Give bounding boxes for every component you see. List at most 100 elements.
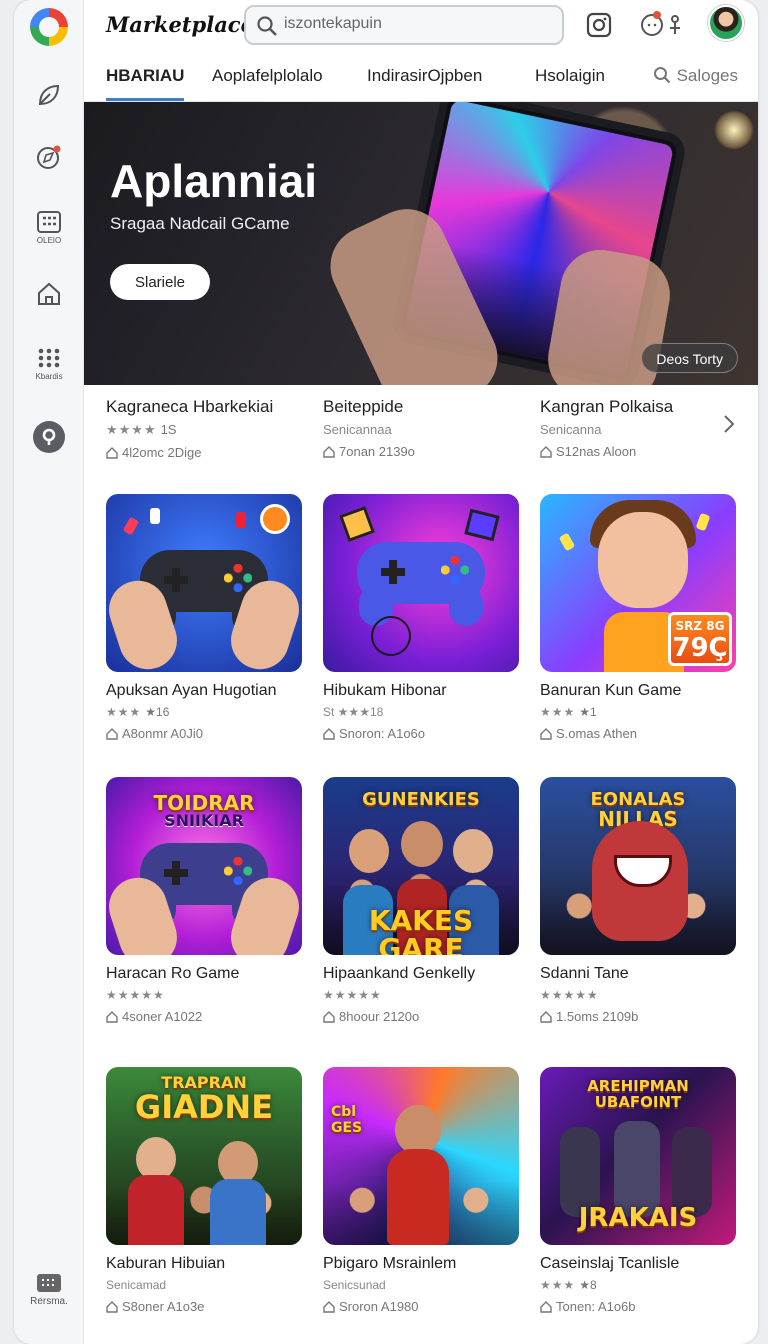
game-meta: S.omas Athen bbox=[540, 726, 736, 741]
hero-badge[interactable]: Deos Torty bbox=[641, 343, 738, 373]
game-art: TRAPRAN GIADNE bbox=[106, 1067, 302, 1245]
game-subtitle: Senicsunad bbox=[323, 1278, 386, 1292]
game-title: Banuran Kun Game bbox=[540, 682, 682, 699]
rating: ★★★★★ bbox=[323, 988, 382, 1002]
light-glow bbox=[714, 110, 754, 150]
sidebar-item-help[interactable] bbox=[14, 420, 84, 454]
house-icon bbox=[323, 728, 335, 740]
game-meta: A8onmr A0Ji0 bbox=[106, 726, 302, 741]
featured-strip: Kagraneca Hbarkekiai ★★★★ 1S 4l2omc 2Dige… bbox=[106, 385, 758, 470]
sidebar-item-more[interactable]: Rersma. bbox=[14, 1272, 84, 1307]
grid-box-icon bbox=[37, 211, 61, 233]
rating: ★★★★ 1S bbox=[106, 422, 177, 437]
game-meta: Snoron: A1o6o bbox=[323, 726, 519, 741]
list-item[interactable]: Kagraneca Hbarkekiai ★★★★ 1S 4l2omc 2Dige bbox=[106, 385, 306, 460]
game-card[interactable]: GUNENKIES KAKES GARE Hipaankand Genkelly… bbox=[323, 777, 519, 1037]
game-art: SRZ 8G 79Ç bbox=[540, 494, 736, 672]
game-title: Kaburan Hibuian bbox=[106, 1255, 226, 1272]
help-icon bbox=[33, 421, 65, 453]
tab-search-label: Saloges bbox=[676, 66, 738, 85]
game-card[interactable]: Apuksan Ayan Hugotian ★★★ ★16 A8onmr A0Ji… bbox=[106, 494, 302, 754]
sidebar-item-label: Kbardis bbox=[35, 372, 63, 381]
sidebar-item-apps[interactable]: Kbardis bbox=[14, 346, 84, 381]
sidebar: OLEIO Kbardis Rersma. bbox=[14, 0, 84, 1344]
hero-button[interactable]: Slariele bbox=[110, 264, 210, 300]
game-title: Pbigaro Msrainlem bbox=[323, 1255, 457, 1272]
tab-aoplafelplolalo[interactable]: Aoplafelplolalo bbox=[212, 66, 323, 98]
hero-title: Aplanniai bbox=[110, 155, 318, 207]
item-subtitle: Senicannaa bbox=[323, 422, 392, 437]
tab-hbariau[interactable]: HBARIAU bbox=[106, 66, 185, 101]
game-meta: Sroron A1980 bbox=[323, 1299, 519, 1314]
game-card[interactable]: Cbl GES Pbigaro Msrainlem Senicsunad Sro… bbox=[323, 1067, 519, 1327]
house-icon bbox=[323, 1011, 335, 1023]
sidebar-item-home[interactable] bbox=[14, 280, 84, 308]
sidebar-item-explore[interactable] bbox=[14, 142, 84, 172]
game-card[interactable]: AREHIPMAN UBAFOINT JRAKAIS Caseinslaj Tc… bbox=[540, 1067, 736, 1327]
sidebar-item-label: OLEIO bbox=[36, 236, 62, 245]
hero-banner[interactable]: Aplanniai Sragaa Nadcail GCame Slariele … bbox=[84, 102, 758, 385]
compass-icon bbox=[37, 145, 61, 169]
list-item[interactable]: Beiteppide Senicannaa 7onan 2139o bbox=[323, 385, 523, 459]
rating: ★★★ ★16 bbox=[106, 705, 170, 719]
app-logo[interactable] bbox=[30, 8, 68, 46]
search-icon bbox=[653, 67, 670, 84]
game-art: Cbl GES bbox=[323, 1067, 519, 1245]
tab-search-button[interactable]: Saloges bbox=[653, 66, 738, 86]
game-meta: 8hoour 2120o bbox=[323, 1009, 519, 1024]
game-meta: S8oner A1o3e bbox=[106, 1299, 302, 1314]
app-window: OLEIO Kbardis Rersma. Marketplace HBARIA… bbox=[14, 0, 758, 1344]
apps-grid-icon bbox=[38, 348, 60, 368]
sidebar-item-leaf[interactable] bbox=[14, 80, 84, 110]
app-title: Marketplace bbox=[106, 12, 254, 37]
notification-icon[interactable] bbox=[640, 10, 686, 38]
game-meta: Tonen: A1o6b bbox=[540, 1299, 736, 1314]
house-icon bbox=[323, 1301, 335, 1313]
item-name: Kangran Polkaisa bbox=[540, 397, 674, 416]
game-art: GUNENKIES KAKES GARE bbox=[323, 777, 519, 955]
game-title: Hipaankand Genkelly bbox=[323, 965, 476, 982]
game-art: TOIDRAR SNIIKIAR bbox=[106, 777, 302, 955]
house-icon bbox=[106, 447, 118, 459]
avatar[interactable] bbox=[708, 5, 744, 41]
game-card[interactable]: TOIDRAR SNIIKIAR Haracan Ro Game ★★★★★ 4… bbox=[106, 777, 302, 1037]
game-title: Sdanni Tane bbox=[540, 965, 629, 982]
sidebar-item-library[interactable]: OLEIO bbox=[14, 210, 84, 245]
rating: ★★★ ★8 bbox=[540, 1278, 597, 1292]
search-input[interactable] bbox=[284, 15, 544, 33]
game-card[interactable]: TRAPRAN GIADNE Kaburan Hibuian Senicamad… bbox=[106, 1067, 302, 1327]
house-icon bbox=[540, 1011, 552, 1023]
game-subtitle: Senicamad bbox=[106, 1278, 167, 1292]
tab-indirasirojpben[interactable]: IndirasirOjpben bbox=[367, 66, 482, 98]
game-card[interactable]: SRZ 8G 79Ç Banuran Kun Game ★★★ ★1 S.omas … bbox=[540, 494, 736, 754]
rating: ★★★★★ bbox=[540, 988, 599, 1002]
house-icon bbox=[106, 1301, 118, 1313]
item-meta: S12nas Aloon bbox=[540, 444, 740, 459]
home-icon bbox=[38, 282, 60, 305]
price-badge: SRZ 8G 79Ç bbox=[668, 612, 732, 666]
game-card[interactable]: EONALAS NILLAS Sdanni Tane ★★★★★ 1.5oms … bbox=[540, 777, 736, 1037]
item-name: Kagraneca Hbarkekiai bbox=[106, 397, 274, 416]
camera-icon[interactable] bbox=[586, 12, 612, 38]
leaf-icon bbox=[38, 84, 60, 106]
house-icon bbox=[540, 446, 552, 458]
list-item[interactable]: Kangran Polkaisa Senicanna S12nas Aloon bbox=[540, 385, 740, 459]
item-name: Beiteppide bbox=[323, 397, 404, 416]
rating: ★★★★★ bbox=[106, 988, 165, 1002]
hero-subtitle: Sragaa Nadcail GCame bbox=[110, 214, 290, 233]
search-box[interactable] bbox=[244, 5, 564, 45]
game-subtitle: St ★★★18 bbox=[323, 705, 384, 719]
house-icon bbox=[323, 446, 335, 458]
game-card[interactable]: Hibukam Hibonar St ★★★18 Snoron: A1o6o bbox=[323, 494, 519, 754]
tab-bar: HBARIAU Aoplafelplolalo IndirasirOjpben … bbox=[84, 56, 758, 102]
game-title: Caseinslaj Tcanlisle bbox=[540, 1255, 680, 1272]
game-title: Apuksan Ayan Hugotian bbox=[106, 682, 277, 699]
item-meta: 7onan 2139o bbox=[323, 444, 523, 459]
tab-hsolaigin[interactable]: Hsolaigin bbox=[535, 66, 605, 98]
house-icon bbox=[540, 1301, 552, 1313]
game-meta: 1.5oms 2109b bbox=[540, 1009, 736, 1024]
chevron-right-icon[interactable] bbox=[722, 413, 736, 435]
house-icon bbox=[540, 728, 552, 740]
item-meta: 4l2omc 2Dige bbox=[106, 445, 306, 460]
game-art bbox=[106, 494, 302, 672]
